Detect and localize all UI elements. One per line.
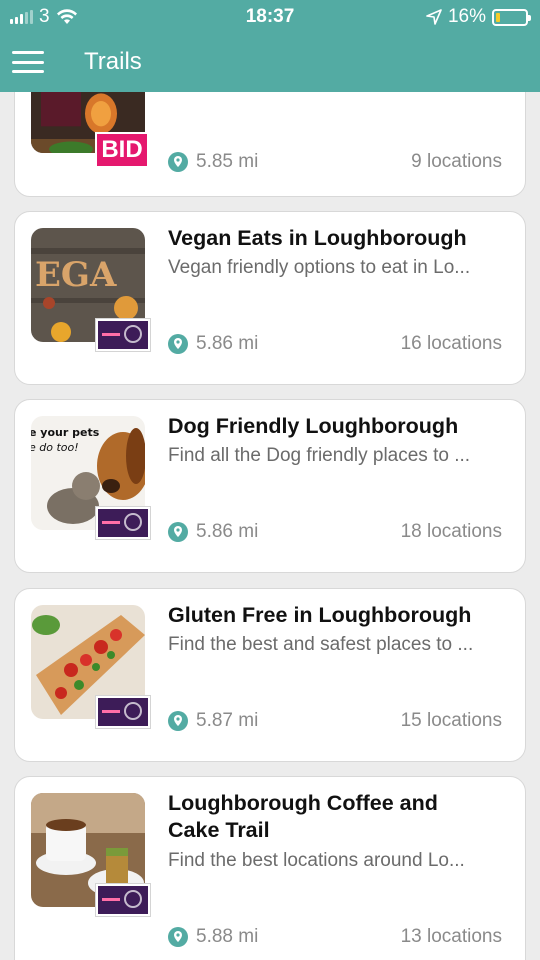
trail-subtitle: Find the best locations around Lo... <box>168 850 465 871</box>
location-pin-icon <box>168 927 188 947</box>
status-right: 16% <box>426 6 531 28</box>
love-loughborough-badge <box>95 695 151 729</box>
thumb-text: EGA <box>35 255 117 295</box>
status-bar: 3 18:37 16% <box>0 0 540 34</box>
trail-title: Loughborough Coffee and Cake Trail <box>168 791 438 842</box>
trail-location-count: 9 locations <box>411 151 502 172</box>
love-loughborough-badge <box>95 883 151 917</box>
trail-subtitle: Find all the Dog friendly places to ... <box>168 445 471 466</box>
app-bar: Trails <box>0 34 540 92</box>
trail-distance-value: 5.85 mi <box>196 151 259 172</box>
trail-card[interactable]: Gluten Free in Loughborough Find the bes… <box>14 588 526 762</box>
location-pin-icon <box>168 152 188 172</box>
trail-location-count: 13 locations <box>400 926 502 947</box>
trail-card[interactable]: e your pets e do too! Dog Friendly Lough… <box>14 399 526 573</box>
thumb-text-2: e do too! <box>31 441 79 454</box>
love-loughborough-badge <box>95 506 151 540</box>
trail-subtitle: Vegan friendly options to eat in Lo... <box>168 257 471 278</box>
trail-card[interactable]: EGA Vegan Eats in Loughborough Vegan fri… <box>14 211 526 385</box>
love-loughborough-badge <box>95 318 151 352</box>
trail-title: Dog Friendly Loughborough <box>168 414 459 438</box>
trail-title: Gluten Free in Loughborough <box>168 603 472 627</box>
trail-distance-value: 5.86 mi <box>196 521 259 542</box>
location-pin-icon <box>168 711 188 731</box>
trail-distance-value: 5.87 mi <box>196 710 259 731</box>
location-arrow-icon <box>426 9 442 25</box>
location-pin-icon <box>168 334 188 354</box>
trail-title: Vegan Eats in Loughborough <box>168 226 467 250</box>
trail-distance-value: 5.88 mi <box>196 926 259 947</box>
trail-distance: 5.86 mi <box>168 333 258 355</box>
trail-distance: 5.85 mi <box>168 151 258 173</box>
page-title: Trails <box>84 48 142 75</box>
battery-percent: 16% <box>447 6 486 27</box>
battery-icon <box>492 8 531 26</box>
battery-fill <box>496 12 500 22</box>
location-pin-icon <box>168 522 188 542</box>
trail-distance-value: 5.86 mi <box>196 333 259 354</box>
trail-location-count: 15 locations <box>400 710 502 731</box>
thumb-text-1: e your pets <box>31 426 100 439</box>
trail-distance: 5.86 mi <box>168 521 258 543</box>
trail-list[interactable]: BID 5.85 mi 9 locations EGA Vegan Eats i… <box>0 92 540 960</box>
trail-location-count: 18 locations <box>400 521 502 542</box>
trail-distance: 5.88 mi <box>168 926 258 948</box>
trail-distance: 5.87 mi <box>168 710 258 732</box>
hamburger-menu-icon[interactable] <box>12 48 44 76</box>
trail-subtitle: Find the best and safest places to ... <box>168 634 474 655</box>
trail-card[interactable]: BID 5.85 mi 9 locations <box>14 92 526 197</box>
bid-badge: BID <box>95 132 149 168</box>
trail-location-count: 16 locations <box>400 333 502 354</box>
trail-card[interactable]: Loughborough Coffee and Cake Trail Find … <box>14 776 526 960</box>
